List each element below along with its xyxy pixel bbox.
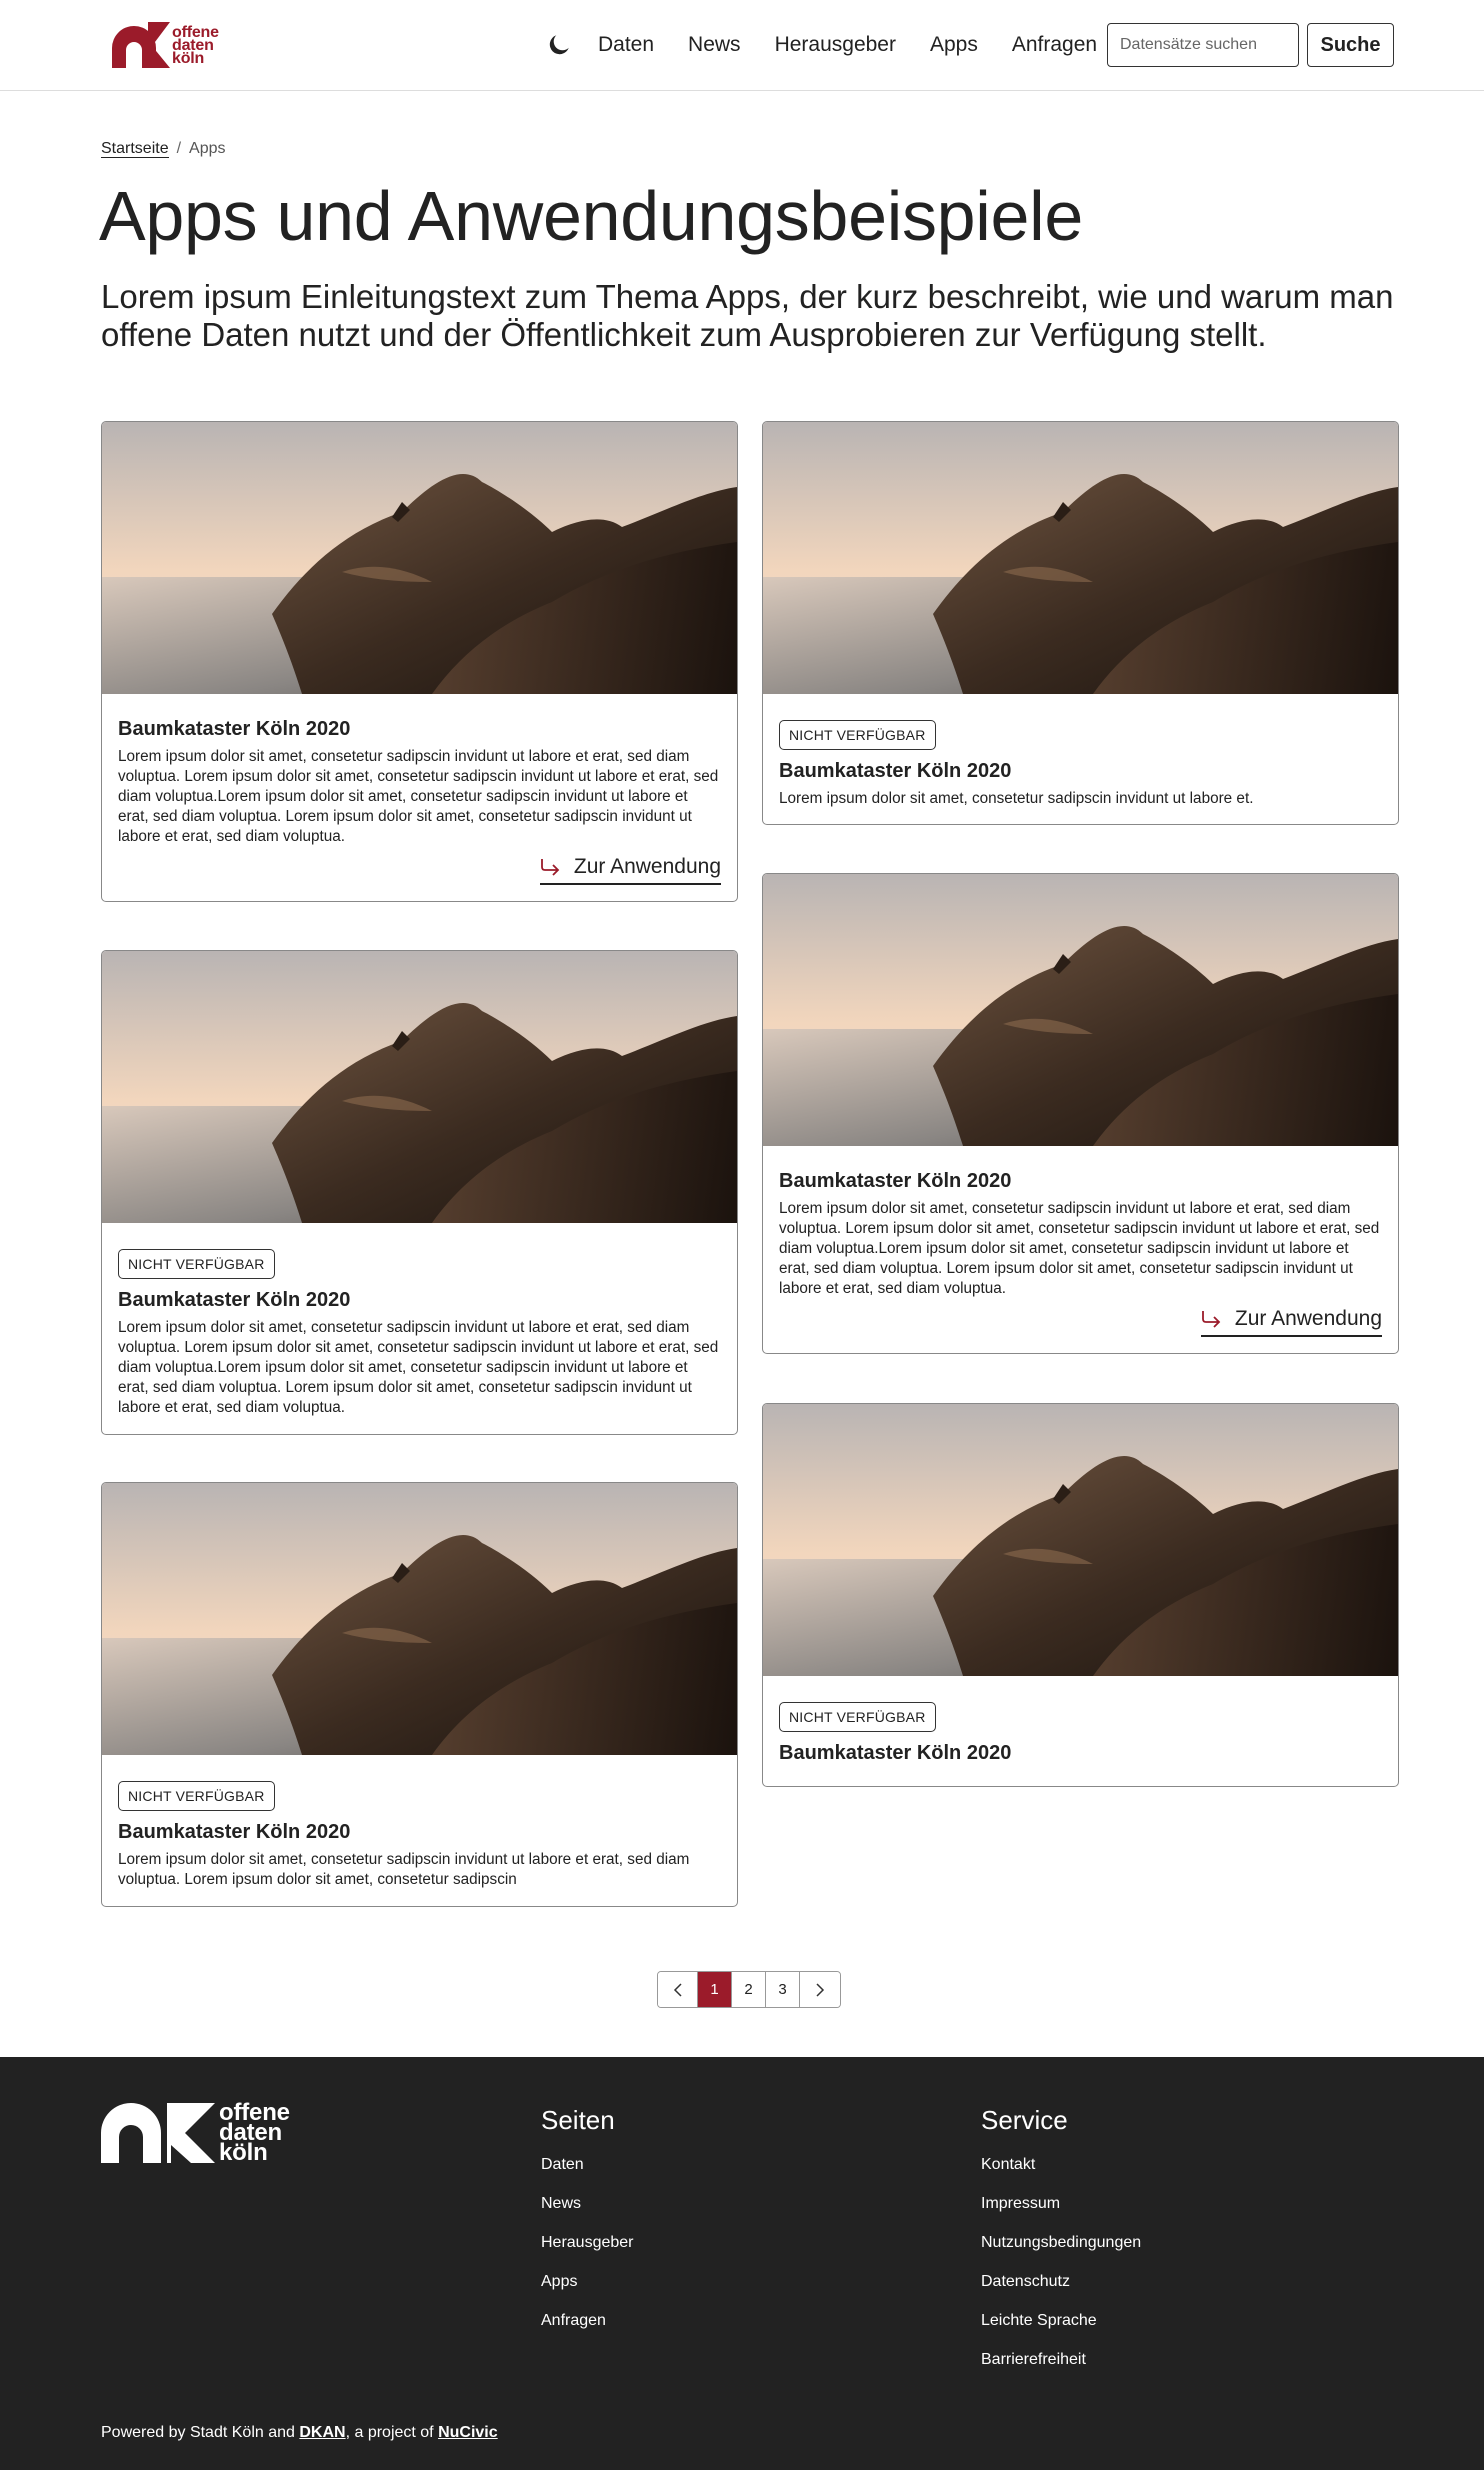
arrow-return-icon [1201,1311,1221,1328]
nucivic-link[interactable]: NuCivic [438,2424,498,2441]
card-title: Baumkataster Köln 2020 [779,760,1012,782]
breadcrumb: Startseite / Apps [101,140,226,158]
card-text: Lorem ipsum dolor sit amet, consetetur s… [118,1851,690,1888]
card-image [763,422,1398,694]
card-body: Baumkataster Köln 2020 Lorem ipsum dolor… [763,1146,1398,1353]
breadcrumb-current: Apps [189,140,226,157]
powered-by: Powered by Stadt Köln and DKAN, a projec… [101,2424,498,2442]
card-image [763,874,1398,1146]
footer-link-datenschutz[interactable]: Datenschutz [981,2273,1141,2291]
app-card[interactable]: Baumkataster Köln 2020 Lorem ipsum dolor… [101,421,738,902]
main-nav: Daten News Herausgeber Apps Anfragen [546,22,1097,68]
pagination: 1 2 3 [657,1971,841,2008]
card-title: Baumkataster Köln 2020 [118,1289,351,1311]
card-text: Lorem ipsum dolor sit amet, consetetur s… [779,1200,1380,1297]
breadcrumb-home[interactable]: Startseite [101,140,169,158]
dkan-link[interactable]: DKAN [299,2424,345,2441]
footer-link-barrierefreiheit[interactable]: Barrierefreiheit [981,2351,1141,2369]
card-title: Baumkataster Köln 2020 [779,1170,1012,1192]
card-image [102,1483,737,1755]
card-body: NICHT VERFÜGBAR Baumkataster Köln 2020 L… [102,1755,737,1906]
app-card[interactable]: NICHT VERFÜGBAR Baumkataster Köln 2020 [762,1403,1399,1787]
card-title: Baumkataster Köln 2020 [118,718,351,740]
status-badge: NICHT VERFÜGBAR [779,720,936,750]
logo-wordmark: offene daten köln [219,2099,290,2166]
nav-news[interactable]: News [688,33,741,57]
card-body: Baumkataster Köln 2020 Lorem ipsum dolor… [102,694,737,901]
search-input[interactable] [1107,23,1299,67]
footer-link-apps[interactable]: Apps [541,2273,634,2291]
footer-service: Service Kontakt Impressum Nutzungsbeding… [981,2105,1141,2390]
chevron-left-icon [673,1982,682,1997]
footer-link-impressum[interactable]: Impressum [981,2195,1141,2213]
card-image [763,1404,1398,1676]
card-title: Baumkataster Köln 2020 [118,1821,351,1843]
nav-apps[interactable]: Apps [930,33,978,57]
open-app-link[interactable]: Zur Anwendung [539,855,721,885]
pagination-next-button[interactable] [800,1972,840,2007]
site-header: offene daten köln Daten News Herausgeber… [0,0,1484,91]
powered-middle: , a project of [345,2424,439,2441]
powered-prefix: Powered by Stadt Köln and [101,2424,300,2441]
app-card[interactable]: NICHT VERFÜGBAR Baumkataster Köln 2020 L… [762,421,1399,825]
app-card[interactable]: Baumkataster Köln 2020 Lorem ipsum dolor… [762,873,1399,1354]
pagination-prev-button[interactable] [658,1972,698,2007]
nav-herausgeber[interactable]: Herausgeber [775,33,896,57]
app-card[interactable]: NICHT VERFÜGBAR Baumkataster Köln 2020 L… [101,950,738,1435]
pagination-page-2[interactable]: 2 [732,1972,766,2007]
pagination-page-3[interactable]: 3 [766,1972,800,2007]
card-body: NICHT VERFÜGBAR Baumkataster Köln 2020 L… [763,694,1398,824]
nav-anfragen[interactable]: Anfragen [1012,33,1097,57]
open-app-label: Zur Anwendung [1234,1307,1382,1330]
moon-icon[interactable] [546,32,572,58]
arrow-return-icon [540,859,560,876]
status-badge: NICHT VERFÜGBAR [118,1781,275,1811]
footer-link-news[interactable]: News [541,2195,634,2213]
site-logo[interactable]: offene daten köln [112,22,219,68]
card-text: Lorem ipsum dolor sit amet, consetetur s… [779,790,1254,807]
card-text: Lorem ipsum dolor sit amet, consetetur s… [118,1319,719,1416]
footer-link-daten[interactable]: Daten [541,2156,634,2174]
search-button[interactable]: Suche [1307,23,1394,67]
open-app-link[interactable]: Zur Anwendung [1200,1307,1382,1337]
logo-mark-icon [112,22,170,68]
footer-link-anfragen[interactable]: Anfragen [541,2312,634,2330]
open-app-label: Zur Anwendung [573,855,721,878]
nav-daten[interactable]: Daten [598,33,654,57]
footer-link-kontakt[interactable]: Kontakt [981,2156,1141,2174]
footer-logo[interactable]: offene daten köln [101,2099,290,2166]
footer-pages-heading: Seiten [541,2105,615,2135]
chevron-right-icon [816,1982,825,1997]
footer-link-herausgeber[interactable]: Herausgeber [541,2234,634,2252]
app-card[interactable]: NICHT VERFÜGBAR Baumkataster Köln 2020 L… [101,1482,738,1907]
footer-pages: Seiten Daten News Herausgeber Apps Anfra… [541,2105,634,2351]
logo-wordmark: offene daten köln [172,23,219,67]
page-title: Apps und Anwendungsbeispiele [99,177,1084,255]
page-intro: Lorem ipsum Einleitungstext zum Thema Ap… [101,278,1394,353]
breadcrumb-separator: / [176,140,182,157]
card-image [102,951,737,1223]
card-title: Baumkataster Köln 2020 [779,1742,1012,1764]
card-image [102,422,737,694]
footer-service-heading: Service [981,2105,1068,2135]
logo-mark-icon [101,2103,215,2163]
card-body: NICHT VERFÜGBAR Baumkataster Köln 2020 [763,1676,1398,1786]
card-text: Lorem ipsum dolor sit amet, consetetur s… [118,748,719,845]
site-footer: offene daten köln Seiten Daten News Hera… [0,2057,1484,2470]
status-badge: NICHT VERFÜGBAR [779,1702,936,1732]
footer-link-nutzungsbedingungen[interactable]: Nutzungsbedingungen [981,2234,1141,2252]
status-badge: NICHT VERFÜGBAR [118,1249,275,1279]
card-body: NICHT VERFÜGBAR Baumkataster Köln 2020 L… [102,1223,737,1434]
pagination-page-1[interactable]: 1 [698,1972,732,2007]
footer-link-leichte-sprache[interactable]: Leichte Sprache [981,2312,1141,2330]
